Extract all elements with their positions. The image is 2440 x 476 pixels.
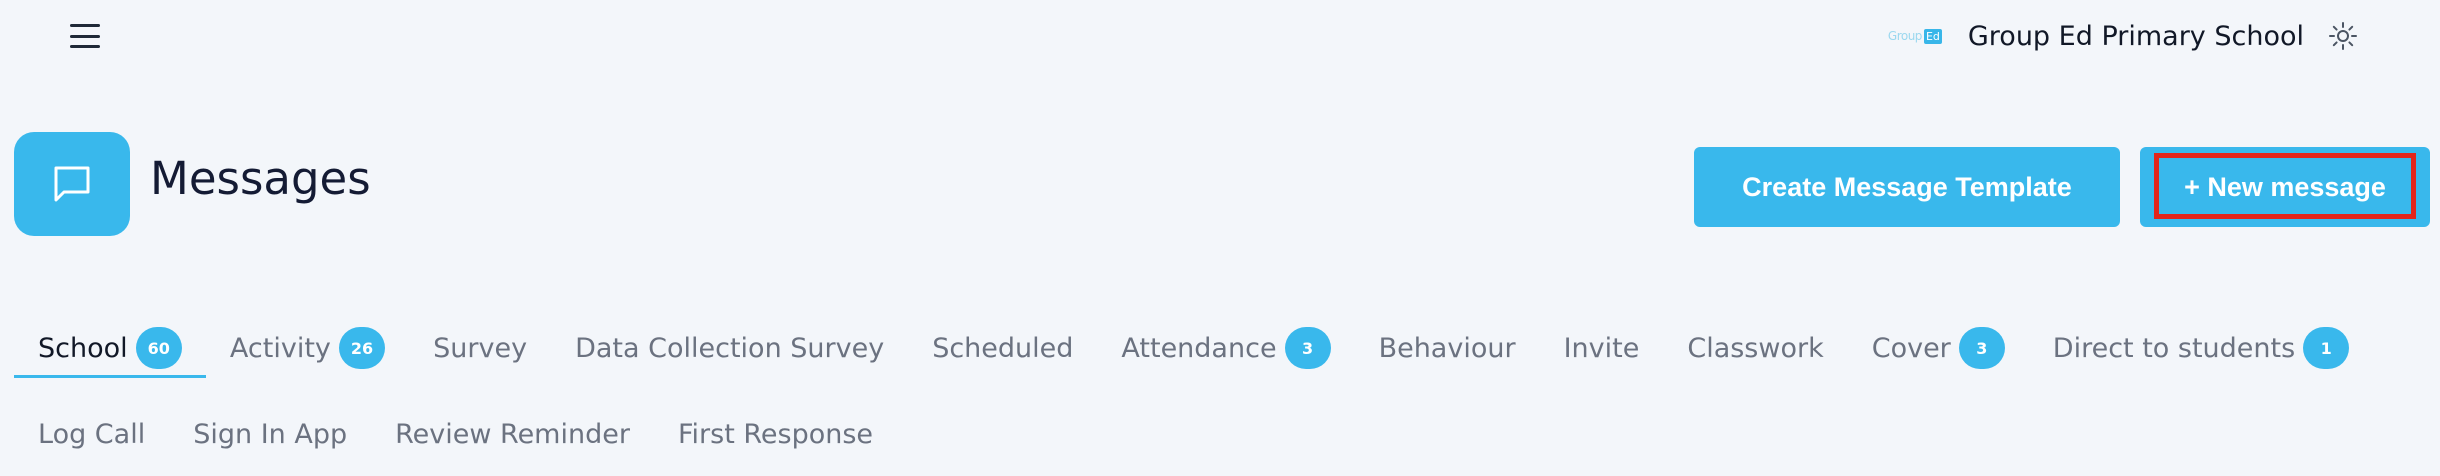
tab-invite[interactable]: Invite: [1540, 318, 1664, 378]
tab-label: Review Reminder: [395, 418, 630, 450]
create-message-template-button[interactable]: Create Message Template: [1694, 147, 2120, 227]
tab-first-response[interactable]: First Response: [654, 404, 897, 464]
page-title: Messages: [150, 152, 371, 205]
tab-classwork[interactable]: Classwork: [1663, 318, 1847, 378]
tab-count-badge: 1: [2303, 327, 2350, 369]
hamburger-menu-icon[interactable]: [70, 24, 100, 48]
tab-data-collection-survey[interactable]: Data Collection Survey: [551, 318, 908, 378]
message-tabs-row-2: Log Call Sign In App Review Reminder First …: [14, 404, 897, 464]
message-tabs-row-1: School 60 Activity 26 Survey Data Collection …: [14, 318, 2373, 378]
school-logo-ed: Ed: [1923, 28, 1942, 44]
new-message-button[interactable]: + New message: [2140, 147, 2430, 227]
tab-count-badge: 26: [338, 327, 386, 369]
school-name: Group Ed Primary School: [1967, 20, 2304, 52]
tab-direct-to-students[interactable]: Direct to students 1: [2029, 318, 2373, 378]
tab-attendance[interactable]: Attendance 3: [1097, 318, 1354, 378]
message-square-icon: [14, 132, 130, 236]
tab-label: Attendance: [1121, 332, 1277, 364]
tab-label: Activity: [229, 332, 331, 364]
school-switcher[interactable]: Group Ed Group Ed Primary School: [1888, 14, 2360, 58]
tab-count-badge: 3: [1284, 327, 1331, 369]
tab-label: Classwork: [1687, 332, 1824, 364]
tab-cover[interactable]: Cover 3: [1848, 318, 2029, 378]
tab-label: Scheduled: [932, 332, 1074, 364]
tab-count-badge: 60: [135, 327, 182, 369]
page-header: Messages Create Message Template + New m…: [0, 130, 2440, 240]
tab-label: Log Call: [38, 418, 146, 450]
tab-survey[interactable]: Survey: [409, 318, 551, 378]
tab-label: Sign In App: [193, 418, 348, 450]
tab-school[interactable]: School 60: [14, 318, 206, 378]
tab-count-badge: 3: [1958, 327, 2005, 369]
tab-behaviour[interactable]: Behaviour: [1355, 318, 1540, 378]
sun-icon[interactable]: [2326, 19, 2360, 53]
tab-label: Data Collection Survey: [575, 332, 885, 364]
tab-label: School: [38, 332, 128, 364]
tab-label: Survey: [433, 332, 528, 364]
new-message-label: + New message: [2184, 171, 2386, 202]
tab-log-call[interactable]: Log Call: [14, 404, 169, 464]
school-logo-group: Group: [1887, 29, 1923, 43]
tab-review-reminder[interactable]: Review Reminder: [371, 404, 654, 464]
tab-label: Invite: [1563, 332, 1640, 364]
tab-scheduled[interactable]: Scheduled: [908, 318, 1097, 378]
tab-label: Direct to students: [2052, 332, 2296, 364]
tab-label: Behaviour: [1378, 332, 1516, 364]
top-bar: Group Ed Group Ed Primary School: [0, 0, 2440, 70]
school-logo: Group Ed: [1887, 28, 1942, 44]
tab-activity[interactable]: Activity 26: [206, 318, 409, 378]
tab-label: First Response: [677, 418, 874, 450]
tab-sign-in-app[interactable]: Sign In App: [169, 404, 371, 464]
tab-label: Cover: [1871, 332, 1951, 364]
